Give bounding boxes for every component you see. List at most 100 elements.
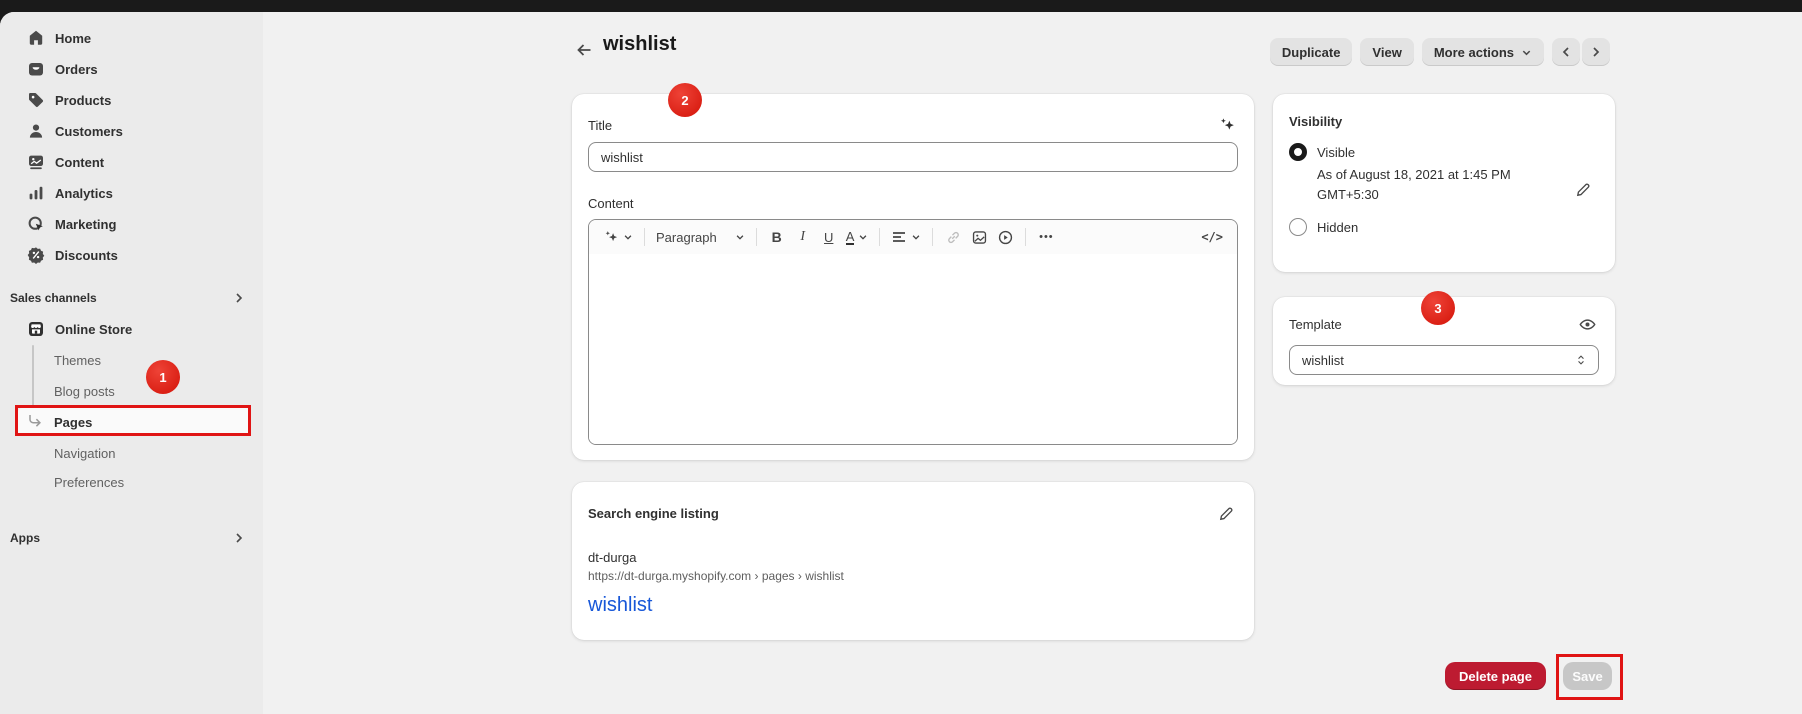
content-field-label: Content xyxy=(588,196,1238,211)
sidebar-item-marketing[interactable]: Marketing xyxy=(8,210,255,238)
sidebar-item-label: Marketing xyxy=(55,217,116,232)
more-tools-button[interactable]: ••• xyxy=(1033,224,1059,250)
edit-seo-button[interactable] xyxy=(1216,502,1238,524)
seo-page-title-link: wishlist xyxy=(588,594,1238,617)
toolbar-divider xyxy=(932,228,933,246)
ai-magic-button[interactable] xyxy=(599,224,637,250)
sidebar-item-label: Products xyxy=(55,93,111,108)
sidebar-item-label: Customers xyxy=(55,124,123,139)
insert-video-button[interactable] xyxy=(992,224,1018,250)
apps-label: Apps xyxy=(10,531,40,545)
annotation-step-1: 1 xyxy=(146,360,180,394)
toolbar-divider xyxy=(644,228,645,246)
select-updown-icon xyxy=(1574,353,1588,367)
sidebar-section-sales-channels[interactable]: Sales channels xyxy=(8,288,255,308)
pencil-icon xyxy=(1218,504,1236,522)
visibility-option-hidden[interactable]: Hidden xyxy=(1289,218,1599,236)
eye-icon xyxy=(1578,315,1597,334)
delete-page-button[interactable]: Delete page xyxy=(1445,662,1546,690)
customers-icon xyxy=(26,121,46,141)
sidebar-item-label: Content xyxy=(55,155,104,170)
editor-toolbar: Paragraph B I U A xyxy=(589,220,1237,254)
preview-template-button[interactable] xyxy=(1576,313,1599,336)
insert-image-button[interactable] xyxy=(966,224,992,250)
back-button[interactable] xyxy=(570,36,598,64)
title-input[interactable] xyxy=(588,142,1238,172)
chevron-down-icon xyxy=(623,232,633,242)
template-heading: Template xyxy=(1289,317,1342,332)
previous-page-button[interactable] xyxy=(1552,38,1580,66)
visibility-option-visible[interactable]: Visible xyxy=(1289,143,1599,161)
alignment-dropdown[interactable] xyxy=(887,224,925,250)
toolbar-divider xyxy=(1025,228,1026,246)
chevron-left-icon xyxy=(1560,46,1572,58)
chevron-down-icon xyxy=(1521,47,1532,58)
chevron-right-icon xyxy=(233,292,245,304)
next-page-button[interactable] xyxy=(1582,38,1610,66)
radio-unselected-icon xyxy=(1289,218,1307,236)
analytics-icon xyxy=(26,183,46,203)
italic-button[interactable]: I xyxy=(790,224,816,250)
insert-link-button[interactable] xyxy=(940,224,966,250)
sidebar-section-apps[interactable]: Apps xyxy=(8,528,255,548)
orders-icon xyxy=(26,59,46,79)
text-color-button[interactable]: A xyxy=(842,224,873,250)
ai-generate-title-button[interactable] xyxy=(1216,114,1238,136)
bold-button[interactable]: B xyxy=(764,224,790,250)
sidebar-item-themes[interactable]: Themes xyxy=(8,346,255,374)
title-content-card: Title Content Paragraph B I U A xyxy=(572,94,1254,460)
align-left-icon xyxy=(891,229,907,245)
code-view-button[interactable]: </> xyxy=(1197,224,1227,250)
home-icon xyxy=(26,28,46,48)
sidebar-item-label: Themes xyxy=(54,353,101,368)
sidebar-item-analytics[interactable]: Analytics xyxy=(8,179,255,207)
view-button[interactable]: View xyxy=(1360,38,1413,66)
template-selected-value: wishlist xyxy=(1302,353,1344,368)
annotation-box-pages xyxy=(15,405,251,436)
link-icon xyxy=(945,229,962,246)
pencil-icon xyxy=(1575,180,1593,198)
sidebar-item-products[interactable]: Products xyxy=(8,86,255,114)
search-engine-listing-card: Search engine listing dt-durga https://d… xyxy=(572,482,1254,640)
edit-visibility-date-button[interactable] xyxy=(1573,178,1595,200)
underline-button[interactable]: U xyxy=(816,224,842,250)
title-field-label: Title xyxy=(588,118,612,133)
sidebar-item-label: Home xyxy=(55,31,91,46)
discounts-icon xyxy=(26,245,46,265)
visibility-card: Visibility Visible As of August 18, 2021… xyxy=(1273,94,1615,272)
more-actions-button[interactable]: More actions xyxy=(1422,38,1544,66)
sidebar-item-content[interactable]: Content xyxy=(8,148,255,176)
magic-sparkle-icon xyxy=(1218,116,1236,134)
sidebar-item-label: Analytics xyxy=(55,186,113,201)
annotation-box-save xyxy=(1556,654,1623,700)
sidebar-item-label: Preferences xyxy=(54,475,124,490)
page-title: wishlist xyxy=(603,33,676,56)
sidebar-item-preferences[interactable]: Preferences xyxy=(8,468,255,496)
toolbar-divider xyxy=(756,228,757,246)
content-editor-area[interactable] xyxy=(589,254,1237,444)
sidebar-item-navigation[interactable]: Navigation xyxy=(8,439,255,467)
sidebar-item-label: Orders xyxy=(55,62,98,77)
sidebar-item-discounts[interactable]: Discounts xyxy=(8,241,255,269)
sidebar-item-online-store[interactable]: Online Store xyxy=(8,315,255,343)
chevron-right-icon xyxy=(1590,46,1602,58)
sidebar-item-label: Navigation xyxy=(54,446,115,461)
video-play-icon xyxy=(997,229,1014,246)
sidebar-item-label: Online Store xyxy=(55,322,132,337)
chevron-down-icon xyxy=(911,232,921,242)
seo-url-breadcrumb: https://dt-durga.myshopify.com › pages ›… xyxy=(588,569,1238,583)
template-select[interactable]: wishlist xyxy=(1289,345,1599,375)
chevron-down-icon xyxy=(735,232,745,242)
sidebar-item-orders[interactable]: Orders xyxy=(8,55,255,83)
sidebar-item-customers[interactable]: Customers xyxy=(8,117,255,145)
content-icon xyxy=(26,152,46,172)
annotation-step-2: 2 xyxy=(668,83,702,117)
duplicate-button[interactable]: Duplicate xyxy=(1270,38,1353,66)
sidebar-item-blog-posts[interactable]: Blog posts xyxy=(8,377,255,405)
sidebar: Home Orders Products Customers Content A… xyxy=(0,12,263,714)
sales-channels-label: Sales channels xyxy=(10,291,97,305)
paragraph-style-dropdown[interactable]: Paragraph xyxy=(652,224,749,250)
chevron-down-icon xyxy=(858,232,868,242)
sidebar-item-home[interactable]: Home xyxy=(8,24,255,52)
back-arrow-icon xyxy=(574,40,594,60)
